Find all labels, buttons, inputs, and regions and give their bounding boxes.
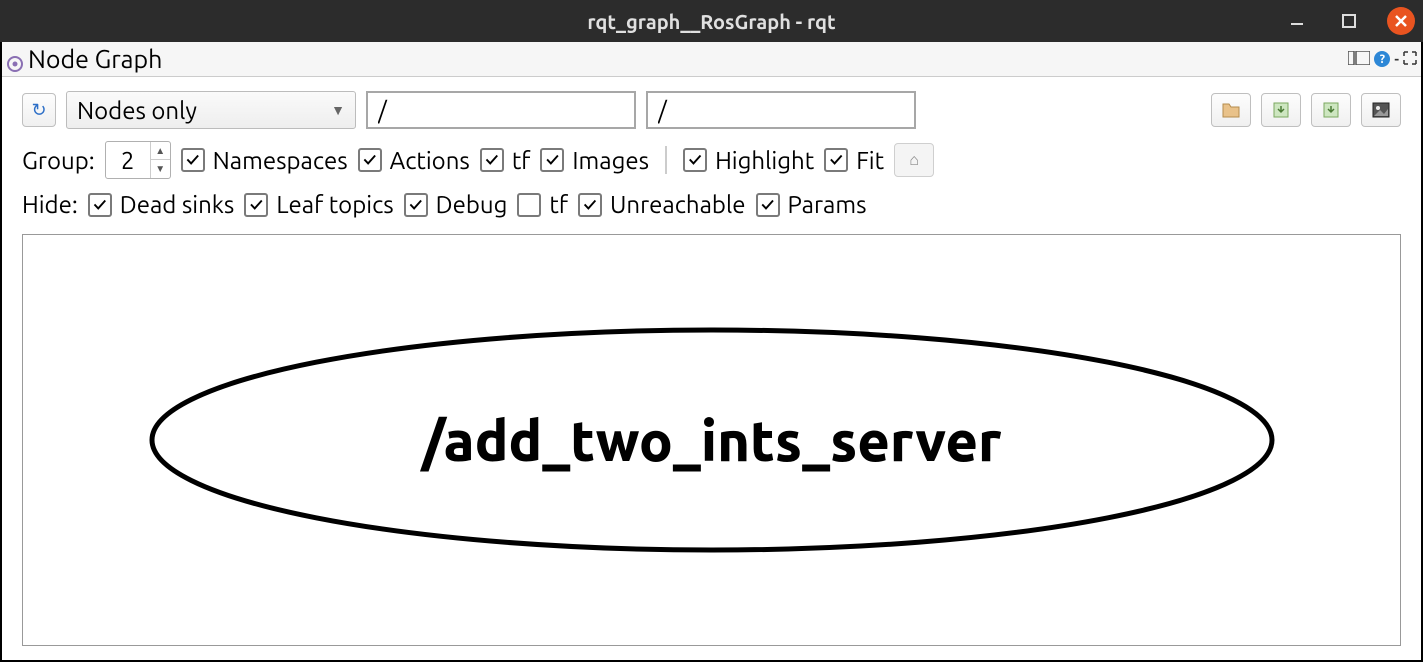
group-label: Group:: [22, 147, 95, 174]
dock-layout-icon[interactable]: [1348, 51, 1370, 68]
leaf-topics-label: Leaf topics: [276, 191, 393, 218]
minimize-panel-icon[interactable]: -: [1394, 51, 1399, 67]
load-dot-button[interactable]: [1211, 93, 1251, 127]
debug-checkbox[interactable]: ✓: [404, 193, 428, 217]
save-svg-button[interactable]: [1311, 93, 1351, 127]
tf-group-checkbox[interactable]: ✓: [480, 148, 504, 172]
params-checkbox[interactable]: ✓: [756, 193, 780, 217]
chevron-down-icon: ▼: [331, 102, 345, 118]
save-image-button[interactable]: [1361, 93, 1401, 127]
window-controls: [1283, 7, 1415, 35]
tf-group-label: tf: [512, 147, 531, 174]
separator: [665, 146, 667, 174]
refresh-icon: ↻: [31, 100, 46, 121]
unreachable-checkbox[interactable]: ✓: [578, 193, 602, 217]
node-filter-input[interactable]: [366, 91, 636, 129]
reset-icon: ⌂: [909, 151, 919, 170]
graph-view[interactable]: /add_two_ints_server: [22, 234, 1401, 646]
highlight-checkbox[interactable]: ✓: [683, 148, 707, 172]
titlebar: rqt_graph__RosGraph - rqt: [0, 0, 1423, 42]
images-checkbox[interactable]: ✓: [540, 148, 564, 172]
maximize-button[interactable]: [1335, 7, 1363, 35]
spinner-down-icon[interactable]: ▼: [150, 160, 170, 178]
filter-mode-combo[interactable]: Nodes only ▼: [66, 91, 356, 129]
namespaces-checkbox[interactable]: ✓: [181, 148, 205, 172]
params-label: Params: [788, 191, 867, 218]
panel-title: Node Graph: [28, 45, 162, 73]
spinner-up-icon[interactable]: ▲: [150, 142, 170, 160]
fit-reset-button[interactable]: ⌂: [894, 143, 934, 177]
tf-hide-checkbox[interactable]: [517, 193, 541, 217]
help-icon[interactable]: ?: [1374, 51, 1390, 67]
hide-label: Hide:: [22, 191, 78, 218]
save-dot-button[interactable]: [1261, 93, 1301, 127]
highlight-label: Highlight: [715, 147, 814, 174]
unreachable-label: Unreachable: [610, 191, 746, 218]
dead-sinks-checkbox[interactable]: ✓: [88, 193, 112, 217]
panel-header: Node Graph ? -: [2, 42, 1421, 76]
tf-hide-label: tf: [549, 191, 568, 218]
gear-icon: [6, 50, 24, 68]
topic-filter-input[interactable]: [646, 91, 916, 129]
close-button[interactable]: [1387, 7, 1415, 35]
fit-label: Fit: [856, 147, 884, 174]
detach-panel-icon[interactable]: [1403, 51, 1417, 68]
graph-node[interactable]: /add_two_ints_server: [122, 310, 1302, 570]
filter-mode-value: Nodes only: [77, 97, 197, 124]
images-label: Images: [572, 147, 649, 174]
refresh-button[interactable]: ↻: [22, 93, 56, 127]
group-depth-value: 2: [106, 147, 150, 174]
window-title: rqt_graph__RosGraph - rqt: [587, 10, 835, 33]
debug-label: Debug: [436, 191, 508, 218]
fit-checkbox[interactable]: ✓: [824, 148, 848, 172]
dead-sinks-label: Dead sinks: [120, 191, 235, 218]
actions-label: Actions: [390, 147, 470, 174]
actions-checkbox[interactable]: ✓: [358, 148, 382, 172]
leaf-topics-checkbox[interactable]: ✓: [244, 193, 268, 217]
group-depth-spinner[interactable]: 2 ▲ ▼: [105, 141, 171, 179]
graph-node-label: /add_two_ints_server: [122, 310, 1302, 570]
minimize-button[interactable]: [1283, 7, 1311, 35]
namespaces-label: Namespaces: [213, 147, 348, 174]
